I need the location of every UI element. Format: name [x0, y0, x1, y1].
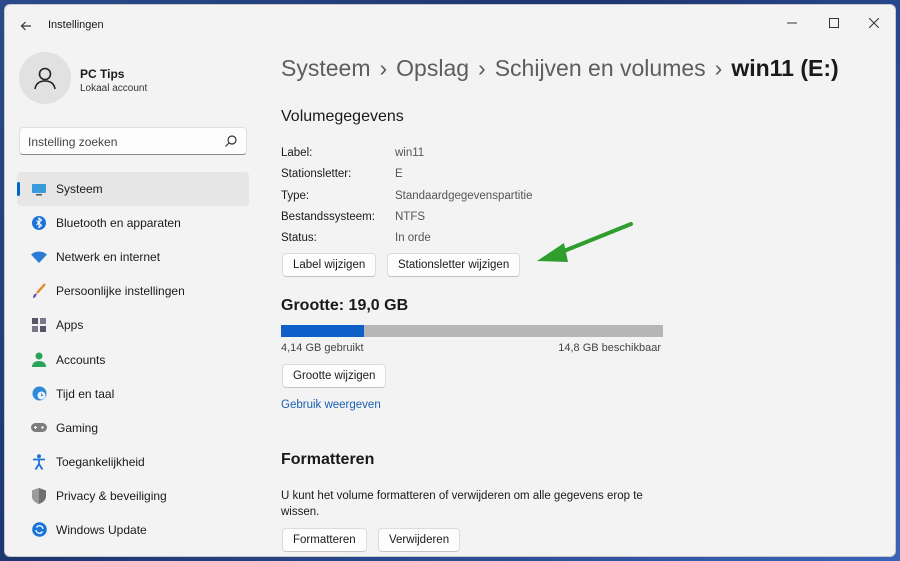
minimize-button[interactable] — [771, 9, 813, 37]
shield-icon — [31, 487, 47, 504]
back-arrow-icon — [20, 21, 31, 31]
sidebar-item-label: Persoonlijke instellingen — [56, 284, 185, 299]
drive-letter-value: E — [395, 168, 403, 180]
search-box[interactable] — [19, 127, 247, 155]
filesystem-key: Bestandssysteem: — [281, 211, 375, 223]
globe-clock-icon — [31, 386, 47, 402]
title-bar: Instellingen — [5, 5, 895, 45]
search-input[interactable] — [28, 132, 218, 152]
minimize-icon — [787, 22, 797, 24]
storage-usage-bar — [281, 325, 663, 337]
format-button[interactable]: Formatteren — [282, 528, 367, 552]
format-description: U kunt het volume formatteren of verwijd… — [281, 490, 643, 518]
chevron-right-icon: › — [714, 55, 723, 81]
account-type: Lokaal account — [80, 83, 148, 94]
status-value: In orde — [395, 232, 431, 244]
user-name: PC Tips — [80, 67, 125, 81]
back-button[interactable] — [15, 16, 37, 36]
apps-icon — [31, 317, 47, 333]
change-label-button[interactable]: Label wijzigen — [282, 253, 377, 277]
annotation-arrow-icon — [537, 222, 633, 262]
sidebar-item-toegankelijkheid[interactable]: Toegankelijkheid — [17, 445, 249, 479]
breadcrumb-item-schijven[interactable]: Schijven en volumes — [495, 55, 706, 81]
bluetooth-icon — [31, 215, 47, 231]
view-usage-link[interactable]: Gebruik weergeven — [281, 399, 381, 411]
app-title: Instellingen — [48, 19, 104, 31]
storage-used-fill — [281, 325, 365, 337]
person-icon — [31, 352, 47, 368]
sidebar-item-label: Privacy & beveiliging — [56, 488, 167, 503]
sidebar-item-label: Systeem — [56, 182, 103, 197]
settings-window: Instellingen PC Tips Lokaal account Inst… — [4, 4, 896, 557]
maximize-icon — [829, 18, 839, 28]
sidebar-item-label: Tijd en taal — [56, 386, 115, 401]
update-icon — [31, 522, 47, 538]
free-space-label: 14,8 GB beschikbaar — [558, 342, 661, 354]
avatar[interactable] — [19, 52, 71, 104]
breadcrumb: Systeem › Opslag › Schijven en volumes › win11… — [281, 55, 839, 82]
breadcrumb-item-opslag[interactable]: Opslag — [396, 55, 469, 81]
sidebar-item-label: Apps — [56, 318, 84, 333]
search-icon[interactable] — [224, 134, 238, 148]
sidebar-item-label: Windows Update — [56, 522, 147, 537]
sidebar-item-label: Accounts — [56, 352, 106, 367]
status-key: Status: — [281, 232, 317, 244]
change-drive-letter-button[interactable]: Stationsletter wijzigen — [387, 253, 521, 277]
sidebar-item-label: Gaming — [56, 420, 99, 435]
maximize-button[interactable] — [813, 9, 855, 37]
sidebar-item-tijd-taal[interactable]: Tijd en taal — [17, 377, 249, 411]
sidebar-item-netwerk[interactable]: Netwerk en internet — [17, 240, 249, 274]
sidebar-item-apps[interactable]: Apps — [17, 308, 249, 342]
sidebar-item-gaming[interactable]: Gaming — [17, 411, 249, 445]
drive-letter-key: Stationsletter: — [281, 168, 352, 180]
filesystem-value: NTFS — [395, 211, 426, 223]
person-icon — [34, 67, 56, 90]
close-button[interactable] — [853, 9, 895, 37]
format-heading: Formatteren — [281, 451, 375, 468]
label-value: win11 — [395, 147, 425, 159]
breadcrumb-item-systeem[interactable]: Systeem — [281, 55, 370, 81]
resize-button[interactable]: Grootte wijzigen — [282, 364, 387, 388]
chevron-right-icon: › — [379, 55, 388, 81]
wifi-icon — [31, 249, 47, 265]
page-title: win11 (E:) — [731, 55, 839, 81]
label-key: Label: — [281, 147, 313, 159]
sidebar-item-accounts[interactable]: Accounts — [17, 342, 249, 376]
chevron-right-icon: › — [478, 55, 486, 81]
sidebar-item-label: Bluetooth en apparaten — [56, 216, 181, 231]
type-value: Standaardgegevenspartitie — [395, 190, 533, 202]
sidebar-item-label: Toegankelijkheid — [56, 454, 145, 469]
monitor-icon — [31, 181, 47, 197]
sidebar-item-windows-update[interactable]: Windows Update — [17, 513, 249, 547]
sidebar-item-persoonlijk[interactable]: Persoonlijke instellingen — [17, 274, 249, 308]
delete-button[interactable]: Verwijderen — [378, 528, 461, 552]
volume-heading: Volumegegevens — [281, 108, 404, 125]
used-space-label: 4,14 GB gebruikt — [281, 342, 364, 354]
sidebar-item-systeem[interactable]: Systeem — [17, 172, 249, 207]
gamepad-icon — [31, 420, 47, 436]
type-key: Type: — [281, 190, 310, 202]
sidebar-nav: Systeem Bluetooth en apparaten Netwerk e… — [17, 172, 249, 547]
accessibility-icon — [31, 453, 47, 470]
brush-icon — [31, 283, 47, 299]
sidebar-item-privacy[interactable]: Privacy & beveiliging — [17, 479, 249, 513]
close-icon — [869, 18, 879, 28]
sidebar-item-bluetooth[interactable]: Bluetooth en apparaten — [17, 206, 249, 240]
size-heading: Grootte: 19,0 GB — [281, 297, 409, 314]
sidebar-item-label: Netwerk en internet — [56, 250, 161, 265]
